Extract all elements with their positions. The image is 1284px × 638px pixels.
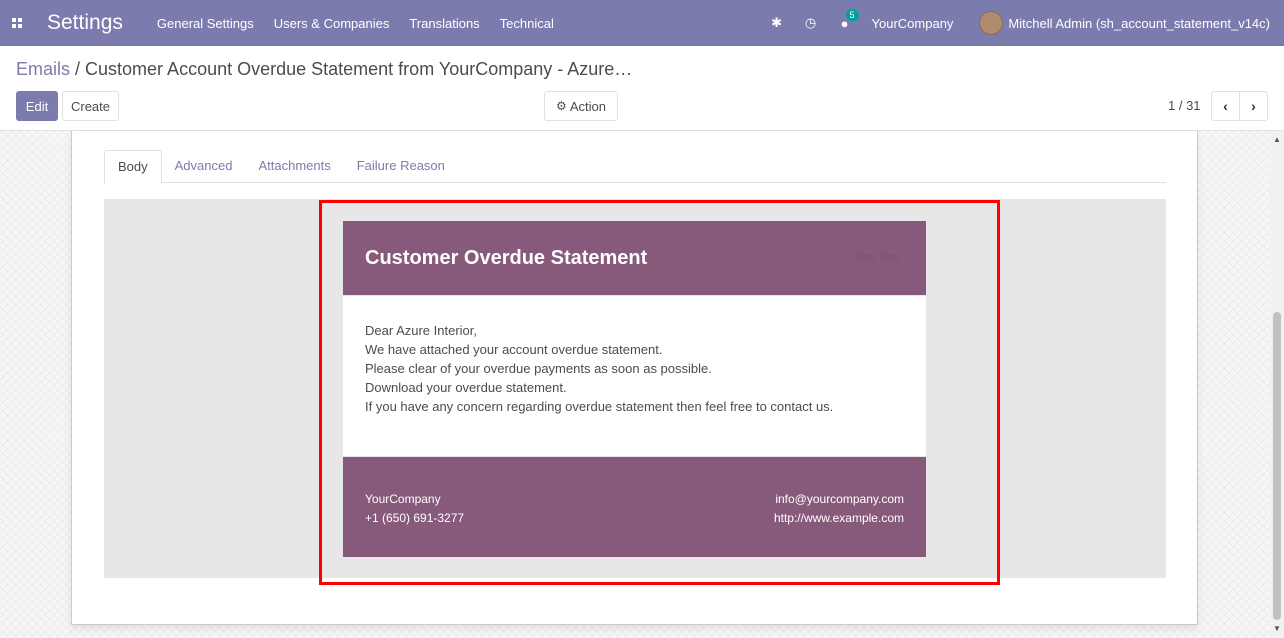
notebook-tabs: Body Advanced Attachments Failure Reason xyxy=(104,150,1166,184)
edit-button[interactable]: Edit xyxy=(16,91,58,121)
company-switcher[interactable]: YourCompany xyxy=(872,16,954,31)
pager-previous-button[interactable]: ‹ xyxy=(1211,91,1240,121)
footer-contact-info: info@yourcompany.com http://www.example.… xyxy=(774,490,904,528)
email-body-line: Please clear of your overdue payments as… xyxy=(365,361,712,376)
app-brand[interactable]: Settings xyxy=(47,11,123,35)
gear-icon: ⚙ xyxy=(556,99,567,113)
footer-website-link[interactable]: http://www.example.com xyxy=(774,509,904,528)
pager-next-button[interactable]: › xyxy=(1239,91,1268,121)
footer-phone: +1 (650) 691-3277 xyxy=(365,511,465,525)
email-title: Customer Overdue Statement xyxy=(365,247,648,269)
action-label: Action xyxy=(569,98,606,114)
footer-email-link[interactable]: info@yourcompany.com xyxy=(774,490,904,509)
create-button[interactable]: Create xyxy=(62,91,119,121)
tab-failure-reason[interactable]: Failure Reason xyxy=(344,150,458,183)
breadcrumb-separator: / xyxy=(75,59,81,79)
chat-icon[interactable]: ● 5 xyxy=(828,8,862,31)
email-greeting: Dear Azure Interior, xyxy=(365,323,477,338)
breadcrumb-current: Customer Account Overdue Statement from … xyxy=(85,59,633,79)
scroll-down-arrow-icon[interactable]: ▼ xyxy=(1270,622,1284,636)
email-footer: YourCompany +1 (650) 691-3277 info@yourc… xyxy=(343,457,926,557)
user-menu[interactable]: Mitchell Admin (sh_account_statement_v14… xyxy=(1008,16,1270,31)
user-avatar[interactable] xyxy=(979,11,1004,35)
tab-attachments[interactable]: Attachments xyxy=(245,150,343,183)
scrollbar[interactable]: ▲ ▼ xyxy=(1270,131,1284,638)
main-menu: General Settings Users & Companies Trans… xyxy=(157,16,574,31)
control-panel: Emails / Customer Account Overdue Statemen… xyxy=(0,46,1284,131)
email-body-line: If you have any concern regarding overdu… xyxy=(365,399,834,414)
footer-company-info: YourCompany +1 (650) 691-3277 xyxy=(365,490,464,528)
breadcrumb-emails-link[interactable]: Emails xyxy=(16,59,70,79)
systray: ✱ ◷ ● 5 YourCompany Mitchell Admin (sh_ac… xyxy=(760,0,1284,46)
scroll-up-arrow-icon[interactable]: ▲ xyxy=(1270,133,1284,147)
email-header: Customer Overdue Statement Your logo xyxy=(343,221,926,295)
pager-value[interactable]: 1 / 31 xyxy=(1168,98,1201,113)
tab-body[interactable]: Body xyxy=(104,150,162,184)
tab-advanced[interactable]: Advanced xyxy=(162,150,246,183)
footer-company-name: YourCompany xyxy=(365,492,441,506)
email-preview-area: Customer Overdue Statement Your logo Dea… xyxy=(104,199,1166,585)
menu-translations[interactable]: Translations xyxy=(409,16,479,31)
menu-technical[interactable]: Technical xyxy=(500,16,554,31)
top-navbar: Settings General Settings Users & Compan… xyxy=(0,0,1284,46)
email-body-line: Download your overdue statement. xyxy=(365,380,567,395)
form-sheet: Body Advanced Attachments Failure Reason… xyxy=(71,131,1198,625)
apps-menu-icon[interactable] xyxy=(0,0,34,46)
email-template: Customer Overdue Statement Your logo Dea… xyxy=(343,221,926,557)
breadcrumb: Emails / Customer Account Overdue Statemen… xyxy=(16,59,632,80)
chat-badge: 5 xyxy=(845,8,859,21)
email-body: Dear Azure Interior, We have attached yo… xyxy=(343,295,926,457)
menu-general-settings[interactable]: General Settings xyxy=(157,16,254,31)
email-body-line: We have attached your account overdue st… xyxy=(365,342,663,357)
menu-users-companies[interactable]: Users & Companies xyxy=(274,16,390,31)
scrollbar-thumb[interactable] xyxy=(1273,312,1281,620)
action-button[interactable]: ⚙ Action xyxy=(544,91,618,121)
debug-bug-icon[interactable]: ✱ xyxy=(760,15,794,31)
activity-clock-icon[interactable]: ◷ xyxy=(794,15,828,31)
company-logo: Your logo xyxy=(853,251,900,263)
